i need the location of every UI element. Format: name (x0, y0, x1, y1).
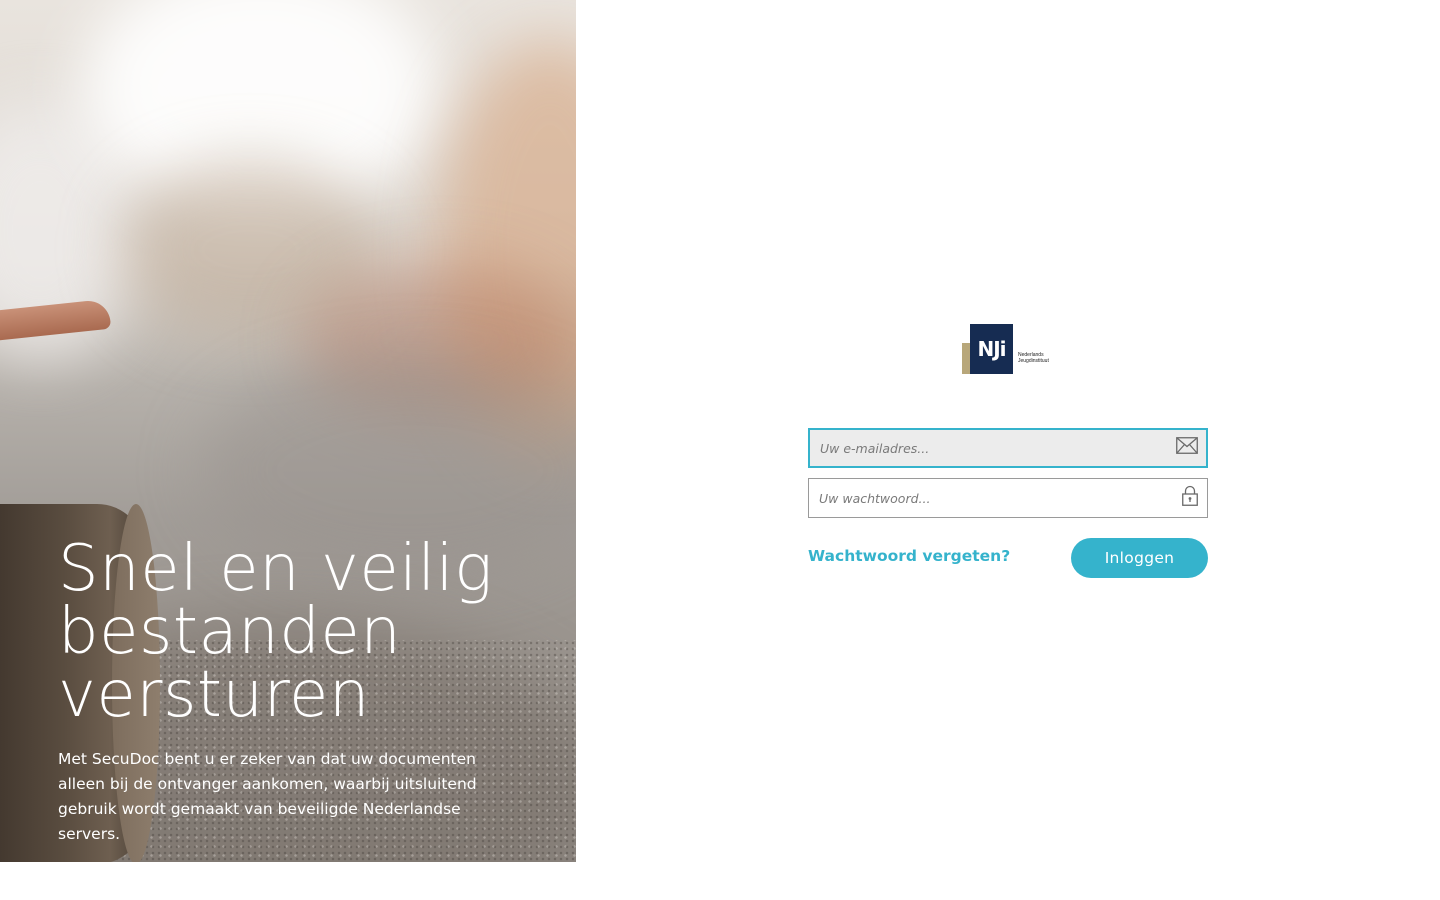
hero-title-line: versturen (58, 658, 370, 732)
email-field[interactable] (808, 428, 1208, 468)
hero-subtitle: Met SecuDoc bent u er zeker van dat uw d… (58, 750, 477, 843)
nji-logo: NJi Nederlands Jeugdinstituut (962, 324, 1054, 376)
hero-title: Snel en veilig bestanden versturen (58, 537, 498, 727)
logo-org-line: Jeugdinstituut (1018, 358, 1049, 364)
logo-gold-bar (962, 343, 970, 374)
hero-text: Snel en veilig bestanden versturen Met S… (58, 537, 498, 847)
forgot-password-link[interactable]: Wachtwoord vergeten? (808, 547, 1010, 565)
password-field[interactable] (808, 478, 1208, 518)
hero-panel: Snel en veilig bestanden versturen Met S… (0, 0, 576, 862)
logo-org-name: Nederlands Jeugdinstituut (1018, 352, 1058, 364)
logo-mark: NJi (970, 324, 1013, 374)
lock-icon (1182, 485, 1198, 511)
email-input[interactable] (820, 430, 1160, 466)
login-button[interactable]: Inloggen (1071, 538, 1208, 578)
password-input[interactable] (819, 479, 1159, 517)
envelope-icon (1176, 437, 1198, 459)
